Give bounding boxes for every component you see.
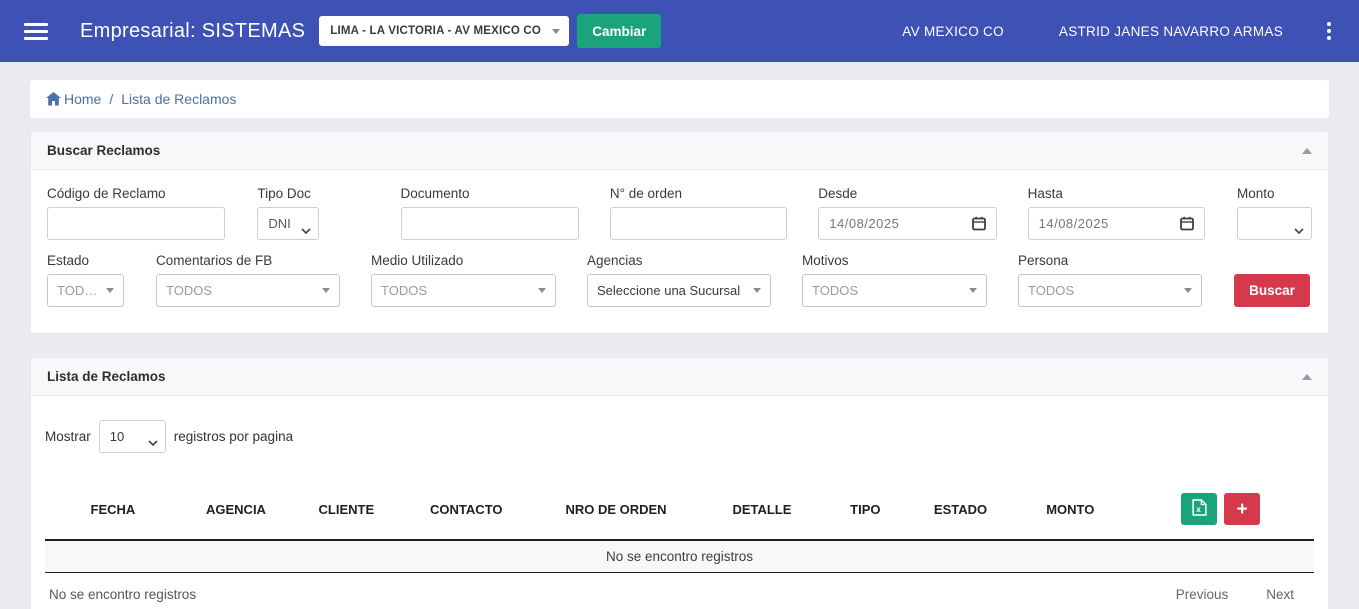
pagination: Previous Next <box>1176 587 1310 602</box>
kebab-menu-icon[interactable] <box>1323 18 1335 44</box>
breadcrumb-home-link[interactable]: Home <box>46 91 101 107</box>
branch-select[interactable]: LIMA - LA VICTORIA - AV MEXICO CO <box>319 16 570 46</box>
orden-label: N° de orden <box>609 186 683 201</box>
table-header-row: FECHA AGENCIA CLIENTE CONTACTO NRO DE OR… <box>45 483 1314 541</box>
chevron-down-icon <box>322 288 330 293</box>
lista-reclamos-panel: Lista de Reclamos Mostrar 10 registros p… <box>30 357 1329 609</box>
col-monto: MONTO <box>1013 483 1128 541</box>
documento-input[interactable] <box>400 207 579 240</box>
pagination-previous[interactable]: Previous <box>1176 587 1229 602</box>
motivos-select[interactable]: TODOS <box>802 274 987 307</box>
tipo-doc-select[interactable]: DNI <box>257 207 320 240</box>
motivos-label: Motivos <box>802 253 849 268</box>
reclamos-table: FECHA AGENCIA CLIENTE CONTACTO NRO DE OR… <box>45 483 1314 573</box>
monto-select[interactable] <box>1237 207 1313 240</box>
persona-label: Persona <box>1018 253 1069 268</box>
breadcrumb: Home / Lista de Reclamos <box>30 80 1329 118</box>
buscar-reclamos-panel-header: Buscar Reclamos <box>31 132 1328 170</box>
lista-reclamos-panel-header: Lista de Reclamos <box>31 358 1328 396</box>
medio-utilizado-label: Medio Utilizado <box>371 253 464 268</box>
col-nro-orden: NRO DE ORDEN <box>531 483 702 541</box>
navbar-user-link[interactable]: ASTRID JANES NAVARRO ARMAS <box>1059 24 1283 39</box>
chevron-down-icon <box>753 288 761 293</box>
buscar-reclamos-panel: Buscar Reclamos Código de Reclamo Tipo D… <box>30 131 1329 334</box>
page-size-select[interactable]: 10 <box>98 420 166 453</box>
empty-row: No se encontro registros <box>45 540 1314 573</box>
navbar-agency-link[interactable]: AV MEXICO CO <box>902 24 1004 39</box>
comentarios-fb-select[interactable]: TODOS <box>156 274 340 307</box>
desde-label: Desde <box>818 186 858 201</box>
hamburger-menu-icon[interactable] <box>24 22 48 40</box>
svg-text:x: x <box>1196 505 1201 514</box>
col-contacto: CONTACTO <box>401 483 531 541</box>
col-agencia: AGENCIA <box>180 483 292 541</box>
cambiar-button[interactable]: Cambiar <box>577 14 662 48</box>
file-excel-icon: x <box>1192 499 1207 519</box>
add-reclamo-button[interactable]: + <box>1224 493 1261 525</box>
col-cliente: CLIENTE <box>291 483 402 541</box>
estado-select[interactable]: TODOS <box>47 274 124 307</box>
top-navbar: Empresarial: SISTEMAS LIMA - LA VICTORIA… <box>0 0 1359 62</box>
app-title: Empresarial: SISTEMAS <box>80 19 306 42</box>
codigo-input[interactable] <box>47 207 226 240</box>
desde-date-input[interactable]: 14/08/2025 <box>818 207 997 240</box>
orden-input[interactable] <box>609 207 788 240</box>
breadcrumb-current-link[interactable]: Lista de Reclamos <box>121 91 236 107</box>
col-estado: ESTADO <box>907 483 1014 541</box>
comentarios-fb-label: Comentarios de FB <box>156 253 273 268</box>
mostrar-label: Mostrar <box>45 429 91 444</box>
collapse-up-icon[interactable] <box>1302 147 1312 154</box>
table-info-text: No se encontro registros <box>49 587 197 602</box>
col-tipo: TIPO <box>822 483 908 541</box>
medio-utilizado-select[interactable]: TODOS <box>371 274 556 307</box>
agencias-select[interactable]: Seleccione una Sucursal <box>587 274 771 307</box>
agencias-label: Agencias <box>587 253 643 268</box>
pagination-next[interactable]: Next <box>1266 587 1294 602</box>
chevron-down-icon <box>538 288 546 293</box>
persona-select[interactable]: TODOS <box>1018 274 1202 307</box>
chevron-down-icon <box>1184 288 1192 293</box>
col-detalle: DETALLE <box>701 483 823 541</box>
plus-icon: + <box>1236 498 1248 520</box>
buscar-button[interactable]: Buscar <box>1234 274 1310 307</box>
estado-label: Estado <box>47 253 90 268</box>
breadcrumb-separator: / <box>109 91 114 107</box>
documento-label: Documento <box>400 186 470 201</box>
hasta-label: Hasta <box>1027 186 1063 201</box>
calendar-icon[interactable] <box>971 216 986 231</box>
registros-label: registros por pagina <box>173 429 294 444</box>
chevron-down-icon <box>969 288 977 293</box>
monto-label: Monto <box>1237 186 1275 201</box>
col-fecha: FECHA <box>45 483 181 541</box>
lista-reclamos-title: Lista de Reclamos <box>47 369 166 384</box>
calendar-icon[interactable] <box>1180 216 1194 231</box>
hasta-date-input[interactable]: 14/08/2025 <box>1027 207 1206 240</box>
export-excel-button[interactable]: x <box>1181 493 1218 525</box>
home-icon <box>46 92 61 106</box>
chevron-down-icon <box>106 288 114 293</box>
collapse-up-icon[interactable] <box>1302 373 1312 380</box>
buscar-reclamos-title: Buscar Reclamos <box>47 143 161 158</box>
codigo-label: Código de Reclamo <box>47 186 166 201</box>
empty-message: No se encontro registros <box>45 540 1314 573</box>
tipo-doc-label: Tipo Doc <box>257 186 311 201</box>
